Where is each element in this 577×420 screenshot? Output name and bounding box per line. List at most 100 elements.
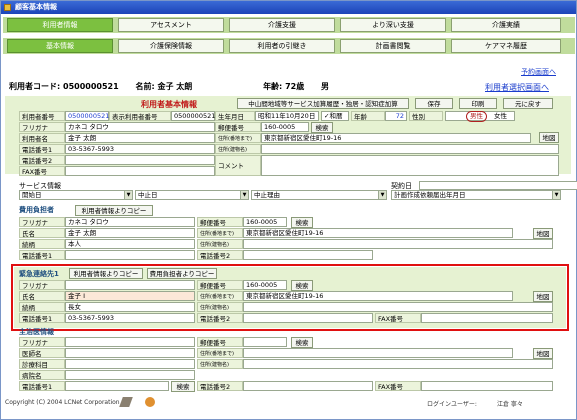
payer-kana-field[interactable]: カネコ タロウ [65,217,195,227]
payer-building-field[interactable] [243,239,553,249]
copyright: Copyright (C) 2004 LCNet Corporation [5,399,120,406]
dropdown-arrow-icon: ▼ [240,191,248,199]
sex-selector[interactable]: 男性 女性 [445,111,515,122]
print-button[interactable]: 印刷 [459,98,497,109]
payer-address-label: 住所(番地まで) [197,228,243,238]
hospital-field[interactable] [65,370,195,380]
fax-label: FAX番号 [19,166,65,176]
zip-search-button[interactable]: 検索 [311,122,333,133]
emergency-name-label: 氏名 [19,291,65,301]
doctor-map-button[interactable]: 地図 [533,348,553,359]
map-button[interactable]: 地図 [539,132,559,143]
birthdate-field[interactable]: 昭和11年10月20日 [255,111,319,121]
dropdown-arrow-icon: ▼ [552,191,560,199]
payer-tel1-field[interactable] [65,250,195,260]
footer: Copyright (C) 2004 LCNet Corporation ログイ… [5,397,575,411]
nav-care-record[interactable]: 介護実績 [451,18,561,32]
zip-field[interactable]: 160-0005 [261,122,309,132]
nav-deep-support[interactable]: より深い支援 [340,18,446,32]
emergency-map-button[interactable]: 地図 [533,291,553,302]
doctor-tel2-label: 電話番号2 [197,381,243,391]
payer-zip-search-button[interactable]: 検索 [291,217,313,228]
doctor-name-label: 医師名 [19,348,65,358]
revert-button[interactable]: 元に戻す [503,98,553,109]
payer-address-field[interactable]: 東京都新宿区愛住町19-16 [243,228,513,238]
emergency-zip-search-button[interactable]: 検索 [291,280,313,291]
tel2-field[interactable] [65,155,215,165]
payer-relation-field[interactable]: 本人 [65,239,195,249]
nav-assessment[interactable]: アセスメント [118,18,224,32]
kana-label: フリガナ [19,122,65,132]
doctor-address-field[interactable] [243,348,513,358]
emergency-kana-field[interactable] [65,280,195,290]
emergency-building-field[interactable] [243,302,553,312]
comment-field[interactable] [261,155,559,176]
doctor-zip-field[interactable] [243,337,287,347]
stop-reason-select[interactable]: 中止理由 ▼ [251,190,387,200]
user-sex: 男 [321,82,329,91]
basic-info-title: 利用者基本情報 [141,100,197,109]
nav-user-info[interactable]: 利用者情報 [7,18,113,32]
emergency-tel2-field[interactable] [243,313,373,323]
doctor-zip-search-button[interactable]: 検索 [291,337,313,348]
age-field[interactable]: 72 [385,111,407,121]
payer-map-button[interactable]: 地図 [533,228,553,239]
emergency-tel1-field[interactable]: 03-5367-5993 [65,313,195,323]
payer-zip-label: 郵便番号 [197,217,243,227]
doctor-tel2-field[interactable] [243,381,373,391]
doctor-title: 主治医情報 [19,328,54,336]
kana-field[interactable]: カネコ タロウ [65,122,215,132]
emergency-zip-field[interactable]: 160-0005 [243,280,287,290]
start-date-select[interactable]: 開始日 ▼ [19,190,133,200]
tab-plan[interactable]: 計画書閲覧 [340,39,446,53]
nav-care-support[interactable]: 介護支援 [229,18,335,32]
payer-tel2-field[interactable] [243,250,373,260]
user-name-field[interactable]: 金子 太朗 [65,133,215,143]
doctor-building-label: 住所(建物名) [197,359,243,369]
doctor-tel1-field[interactable] [65,381,169,391]
emergency-relation-field[interactable]: 長女 [65,302,195,312]
user-code: 0500000521 [63,82,119,91]
kasan-history-button[interactable]: 中山間地域等サービス加算履歴・独居・認知症加算 [237,98,409,109]
emergency-fax-field[interactable] [421,313,553,323]
tab-insurance[interactable]: 介護保険情報 [118,39,224,53]
fax-field[interactable] [65,166,215,176]
doctor-kana-field[interactable] [65,337,195,347]
display-no-field[interactable]: 0500000521 [171,111,215,121]
building-field[interactable] [261,144,559,154]
sex-male-option[interactable]: 男性 [466,111,487,122]
doctor-fax-field[interactable] [421,381,553,391]
payer-zip-field[interactable]: 160-0005 [243,217,287,227]
emergency-copy-payer-button[interactable]: 費用負担者よりコピー [147,268,217,279]
dropdown-arrow-icon: ▼ [378,191,386,199]
schedule-link[interactable]: 予約画面へ [521,67,556,77]
stop-date-select[interactable]: 中止日 ▼ [135,190,249,200]
doctor-building-field[interactable] [243,359,553,369]
emergency-fax-label: FAX番号 [375,313,421,323]
sex-female-option[interactable]: 女性 [494,112,507,121]
pen-icon [119,397,133,407]
plan-date-select[interactable]: 計画作成依頼届出年月日 ▼ [391,190,561,200]
doctor-dept-field[interactable] [65,359,195,369]
payer-name-field[interactable]: 金子 太朗 [65,228,195,238]
doctor-tel1-label: 電話番号1 [19,381,65,391]
tab-caremanager-history[interactable]: ケアマネ履歴 [451,39,561,53]
contract-date-select[interactable]: ▼ [419,181,577,190]
tel1-field[interactable]: 03-5367-5993 [65,144,215,154]
user-name-label: 利用者名 [19,133,65,143]
emergency-copy-user-button[interactable]: 利用者情報よりコピー [69,268,143,279]
payer-copy-button[interactable]: 利用者情報よりコピー [75,205,153,216]
tel1-label: 電話番号1 [19,144,65,154]
address-field[interactable]: 東京都新宿区愛住町19-16 [261,133,531,143]
doctor-name-field[interactable] [65,348,195,358]
emergency-name-field[interactable]: 金子 I [65,291,195,301]
era-field[interactable]: ✓和暦 [321,111,349,121]
doctor-tel-search-button[interactable]: 検索 [171,381,195,392]
user-no-field[interactable]: 0500000521 [65,111,109,121]
emergency-address-field[interactable]: 東京都新宿区愛住町19-16 [243,291,513,301]
save-button[interactable]: 保存 [415,98,453,109]
tab-handover[interactable]: 利用者の引継き [229,39,335,53]
tel2-label: 電話番号2 [19,155,65,165]
tab-basic-info[interactable]: 基本情報 [7,39,113,53]
plan-label: 計画作成依頼届出年月日 [394,191,466,199]
